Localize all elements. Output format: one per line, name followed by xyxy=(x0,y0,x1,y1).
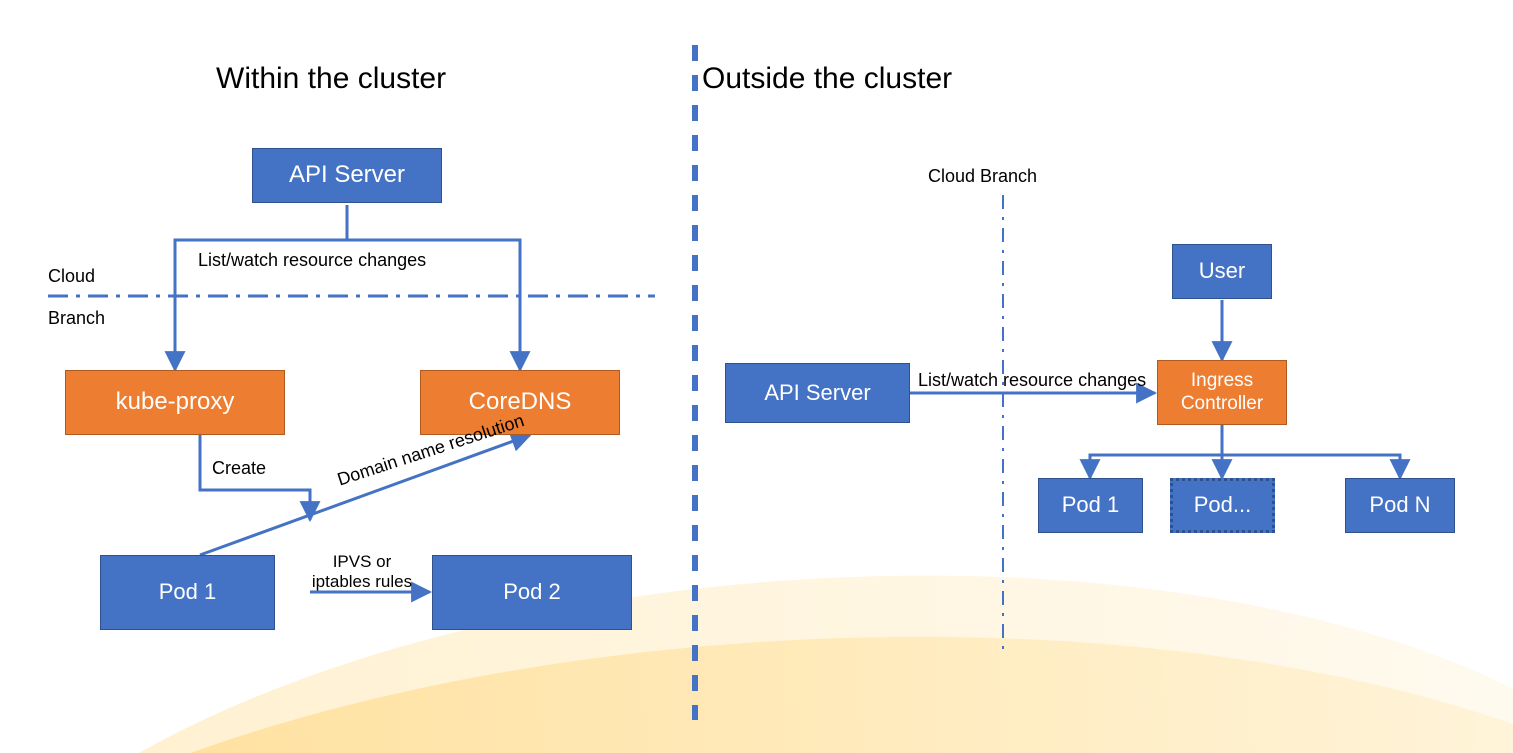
node-api-server-right: API Server xyxy=(725,363,910,423)
background-swoosh-1 xyxy=(0,518,1513,753)
node-pod1-left: Pod 1 xyxy=(100,555,275,630)
node-kube-proxy: kube-proxy xyxy=(65,370,285,435)
label-branch: Branch xyxy=(48,308,105,329)
node-user: User xyxy=(1172,244,1272,299)
diagram-stage: Within the cluster Outside the cluster A… xyxy=(0,0,1513,753)
label-create: Create xyxy=(212,458,266,479)
node-podn: Pod N xyxy=(1345,478,1455,533)
node-pod1-right: Pod 1 xyxy=(1038,478,1143,533)
label-cloud-branch: Cloud Branch xyxy=(928,166,1037,187)
label-listwatch-left: List/watch resource changes xyxy=(198,250,426,271)
node-pod-mid: Pod... xyxy=(1170,478,1275,533)
node-pod2-left: Pod 2 xyxy=(432,555,632,630)
label-ipvs: IPVS or iptables rules xyxy=(302,552,422,591)
title-right: Outside the cluster xyxy=(702,62,952,96)
label-cloud: Cloud xyxy=(48,266,95,287)
label-listwatch-right: List/watch resource changes xyxy=(918,370,1146,391)
node-ingress-controller: Ingress Controller xyxy=(1157,360,1287,425)
node-api-server-left: API Server xyxy=(252,148,442,203)
title-left: Within the cluster xyxy=(216,62,446,96)
